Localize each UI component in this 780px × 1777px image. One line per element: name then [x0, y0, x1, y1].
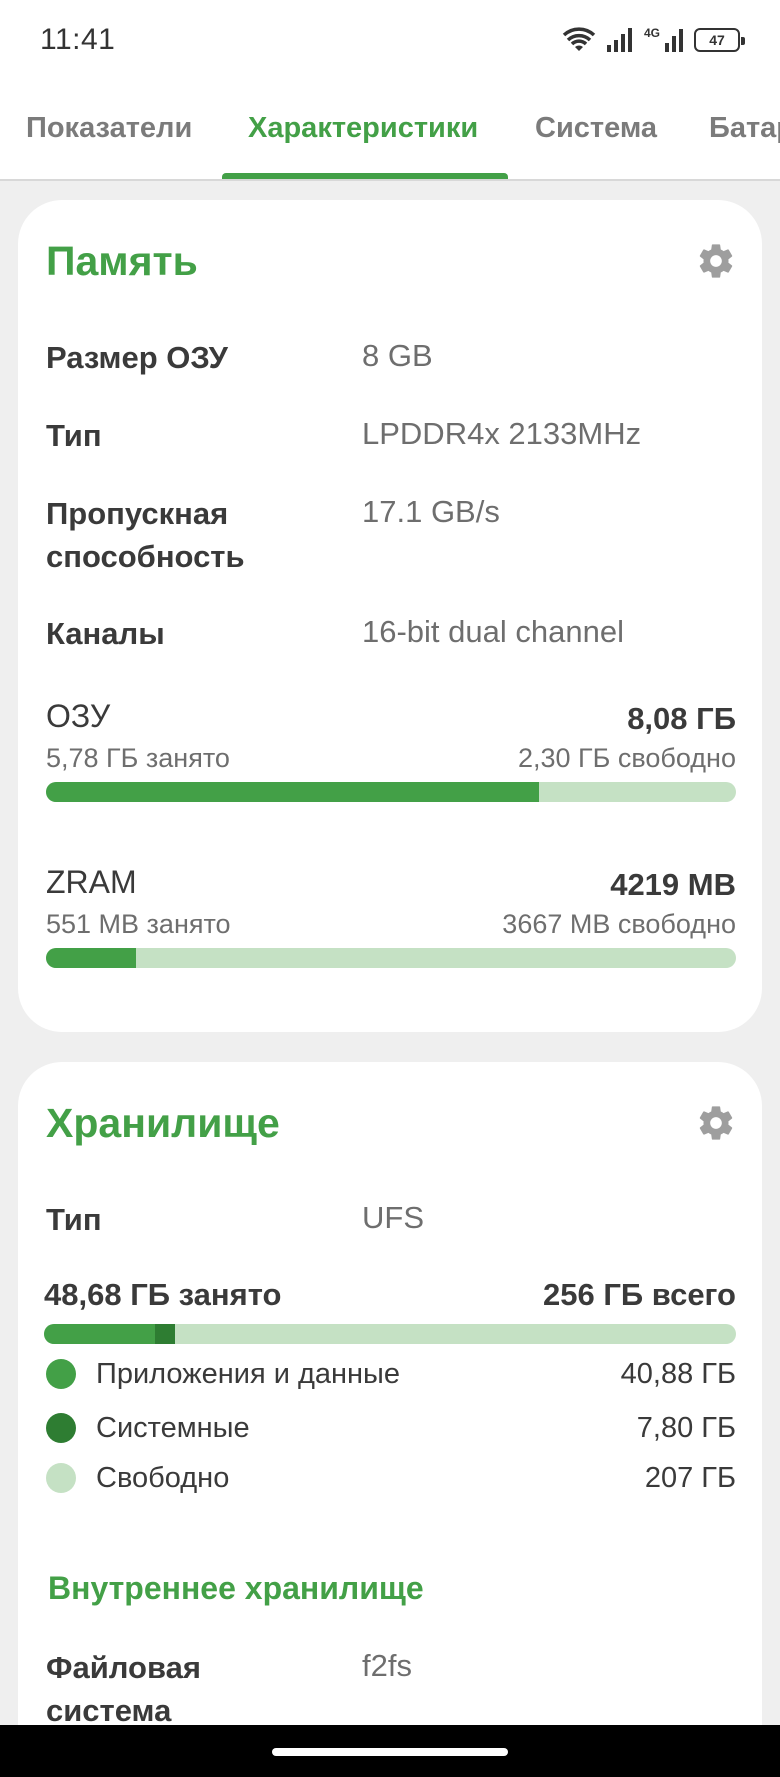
memory-title: Память — [46, 238, 198, 284]
ram-used: 5,78 ГБ занято — [46, 743, 230, 773]
status-bar: 11:41 4G 47 — [0, 0, 780, 80]
gear-icon[interactable] — [696, 1103, 736, 1143]
signal-icon-2 — [665, 29, 683, 52]
ram-free: 2,30 ГБ свободно — [517, 743, 736, 773]
filesystem-label: Файловая система — [46, 1650, 201, 1728]
zram-usage-bar — [46, 948, 736, 968]
bandwidth-label: Пропускная способность — [46, 496, 245, 574]
filesystem-value: f2fs — [362, 1648, 412, 1683]
battery-level: 47 — [709, 32, 725, 48]
free-legend-label: Свободно — [96, 1462, 230, 1494]
ram-usage-fill — [46, 782, 540, 802]
storage-used: 48,68 ГБ занято — [44, 1277, 282, 1312]
clock: 11:41 — [40, 23, 116, 56]
tab-specifications[interactable]: Характеристики — [248, 112, 478, 145]
zram-free: 3667 MB свободно — [502, 909, 736, 939]
free-legend-dot — [46, 1463, 76, 1493]
storage-type-value: UFS — [362, 1200, 424, 1235]
apps-legend-dot — [46, 1359, 76, 1389]
storage-usage-bar — [44, 1324, 736, 1344]
storage-total: 256 ГБ всего — [542, 1277, 736, 1312]
bandwidth-value: 17.1 GB/s — [362, 494, 500, 529]
home-gesture-handle[interactable] — [272, 1748, 508, 1756]
storage-title: Хранилище — [46, 1100, 280, 1146]
internal-storage-title: Внутреннее хранилище — [48, 1570, 424, 1606]
channels-label: Каналы — [46, 616, 165, 651]
ram-title: ОЗУ — [46, 698, 111, 734]
ram-size-value: 8 GB — [362, 338, 433, 373]
system-legend-value: 7,80 ГБ — [636, 1412, 736, 1444]
apps-legend-value: 40,88 ГБ — [620, 1358, 736, 1390]
zram-used: 551 MB занято — [46, 909, 231, 939]
signal-icon — [606, 28, 632, 52]
ram-usage-bar — [46, 782, 736, 802]
status-icons: 4G 47 — [562, 26, 745, 53]
navigation-bar — [0, 1725, 780, 1777]
zram-title: ZRAM — [46, 864, 137, 900]
active-tab-indicator — [222, 173, 508, 179]
tab-battery[interactable]: Батар — [709, 112, 780, 145]
system-legend-label: Системные — [96, 1412, 250, 1444]
storage-type-label: Тип — [46, 1202, 102, 1237]
memory-card: Память Размер ОЗУ 8 GB Тип LPDDR4x 2133M… — [18, 200, 762, 1032]
gear-icon[interactable] — [696, 241, 736, 281]
ram-total: 8,08 ГБ — [627, 701, 736, 736]
tab-system[interactable]: Система — [535, 112, 657, 145]
apps-legend-label: Приложения и данные — [96, 1358, 401, 1390]
battery-icon: 47 — [694, 28, 745, 52]
network-type: 4G — [643, 26, 660, 40]
storage-card: Хранилище Тип UFS 48,68 ГБ занято 256 ГБ… — [18, 1062, 762, 1777]
free-legend-value: 207 ГБ — [644, 1462, 736, 1494]
apps-usage-fill — [44, 1324, 155, 1344]
ram-size-label: Размер ОЗУ — [46, 340, 228, 375]
channels-value: 16-bit dual channel — [362, 614, 624, 649]
tab-indicators[interactable]: Показатели — [26, 112, 192, 145]
tab-bar: Показатели Характеристики Система Батар — [0, 80, 780, 181]
zram-total: 4219 MB — [610, 867, 736, 902]
system-legend-dot — [46, 1413, 76, 1443]
zram-usage-fill — [46, 948, 136, 968]
system-usage-fill — [154, 1324, 176, 1344]
ram-type-label: Тип — [46, 418, 102, 453]
wifi-icon — [562, 27, 596, 51]
ram-type-value: LPDDR4x 2133MHz — [362, 416, 642, 451]
